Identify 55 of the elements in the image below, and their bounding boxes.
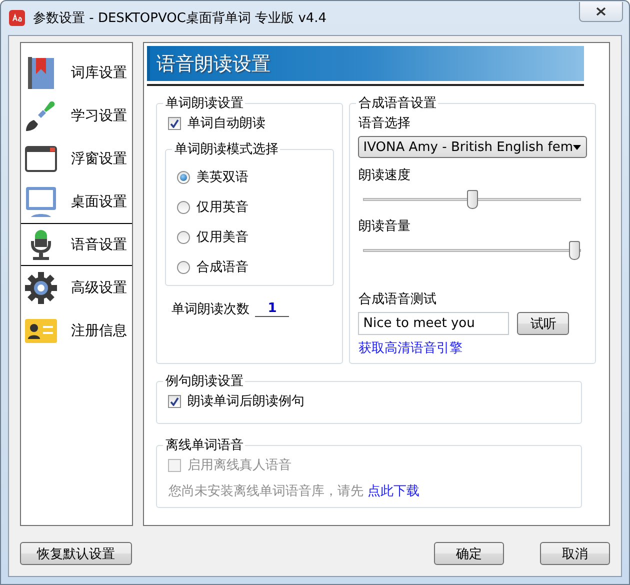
field-label: 朗读音量	[358, 218, 412, 236]
download-link[interactable]: 点此下载	[367, 482, 420, 500]
window-title: 参数设置 - DESKTOPVOC桌面背单词 专业版 v4.4	[33, 10, 328, 27]
text-input[interactable]: Nice to meet you	[358, 312, 510, 336]
checkbox[interactable]	[168, 394, 182, 408]
radio-label: 合成语音	[196, 259, 248, 276]
group-title: 单词朗读模式选择	[173, 141, 280, 158]
group-title: 合成语音设置	[357, 95, 438, 112]
radio-label: 仅用美音	[196, 229, 248, 246]
listen-button[interactable]: 试听	[517, 312, 570, 336]
field-label: 语音选择	[358, 115, 412, 132]
brush-icon	[25, 100, 57, 132]
ok-button[interactable]: 确定	[434, 542, 504, 565]
sidebar-item[interactable]: 学习设置	[21, 94, 132, 137]
radio-button[interactable]	[177, 170, 190, 184]
checkbox-label: 启用离线真人语音	[187, 457, 292, 474]
gear-icon	[25, 272, 57, 304]
book-icon	[28, 56, 54, 88]
sidebar-item[interactable]: 词库设置	[21, 51, 132, 94]
group-title: 例句朗读设置	[164, 373, 244, 390]
radio-label: 美英双语	[196, 169, 248, 186]
close-button[interactable]	[579, 2, 623, 22]
radio-button[interactable]	[177, 260, 190, 274]
panel-title: 语音朗读设置	[156, 52, 270, 76]
id-card-icon	[25, 318, 57, 342]
window-icon	[25, 146, 57, 172]
app-icon	[9, 10, 25, 26]
slider-thumb[interactable]	[568, 241, 580, 260]
sidebar-item[interactable]: 浮窗设置	[21, 137, 132, 180]
checkbox-label: 单词自动朗读	[187, 115, 266, 132]
count-field[interactable]: 1	[255, 301, 290, 317]
engine-link[interactable]: 获取高清语音引擎	[358, 341, 462, 356]
radio-button[interactable]	[177, 200, 190, 214]
slider-thumb[interactable]	[467, 190, 478, 210]
notice-text: 您尚未安装离线单词语音库，请先	[168, 483, 364, 500]
field-label: 合成语音测试	[358, 291, 438, 308]
voice-dropdown[interactable]: IVONA Amy - British English fem	[358, 136, 587, 158]
sidebar-item[interactable]: 语音设置	[21, 223, 132, 266]
field-label: 朗读速度	[358, 167, 412, 184]
monitor-icon	[25, 186, 57, 218]
radio-button[interactable]	[177, 230, 190, 244]
sidebar-item[interactable]: 高级设置	[21, 266, 132, 309]
group-title: 单词朗读设置	[164, 95, 244, 112]
sidebar-item[interactable]: 注册信息	[21, 309, 132, 352]
checkbox[interactable]	[168, 116, 182, 130]
close-icon	[596, 7, 606, 16]
caret-icon	[573, 144, 581, 150]
cancel-button[interactable]: 取消	[540, 542, 610, 565]
group-title: 离线单词语音	[164, 437, 244, 454]
restore-button[interactable]: 恢复默认设置	[20, 542, 132, 565]
field-label: 单词朗读次数	[171, 301, 250, 318]
sidebar-item[interactable]: 桌面设置	[21, 180, 132, 223]
microphone-icon	[28, 228, 54, 260]
radio-label: 仅用英音	[196, 199, 248, 216]
checkbox-label: 朗读单词后朗读例句	[187, 393, 304, 410]
